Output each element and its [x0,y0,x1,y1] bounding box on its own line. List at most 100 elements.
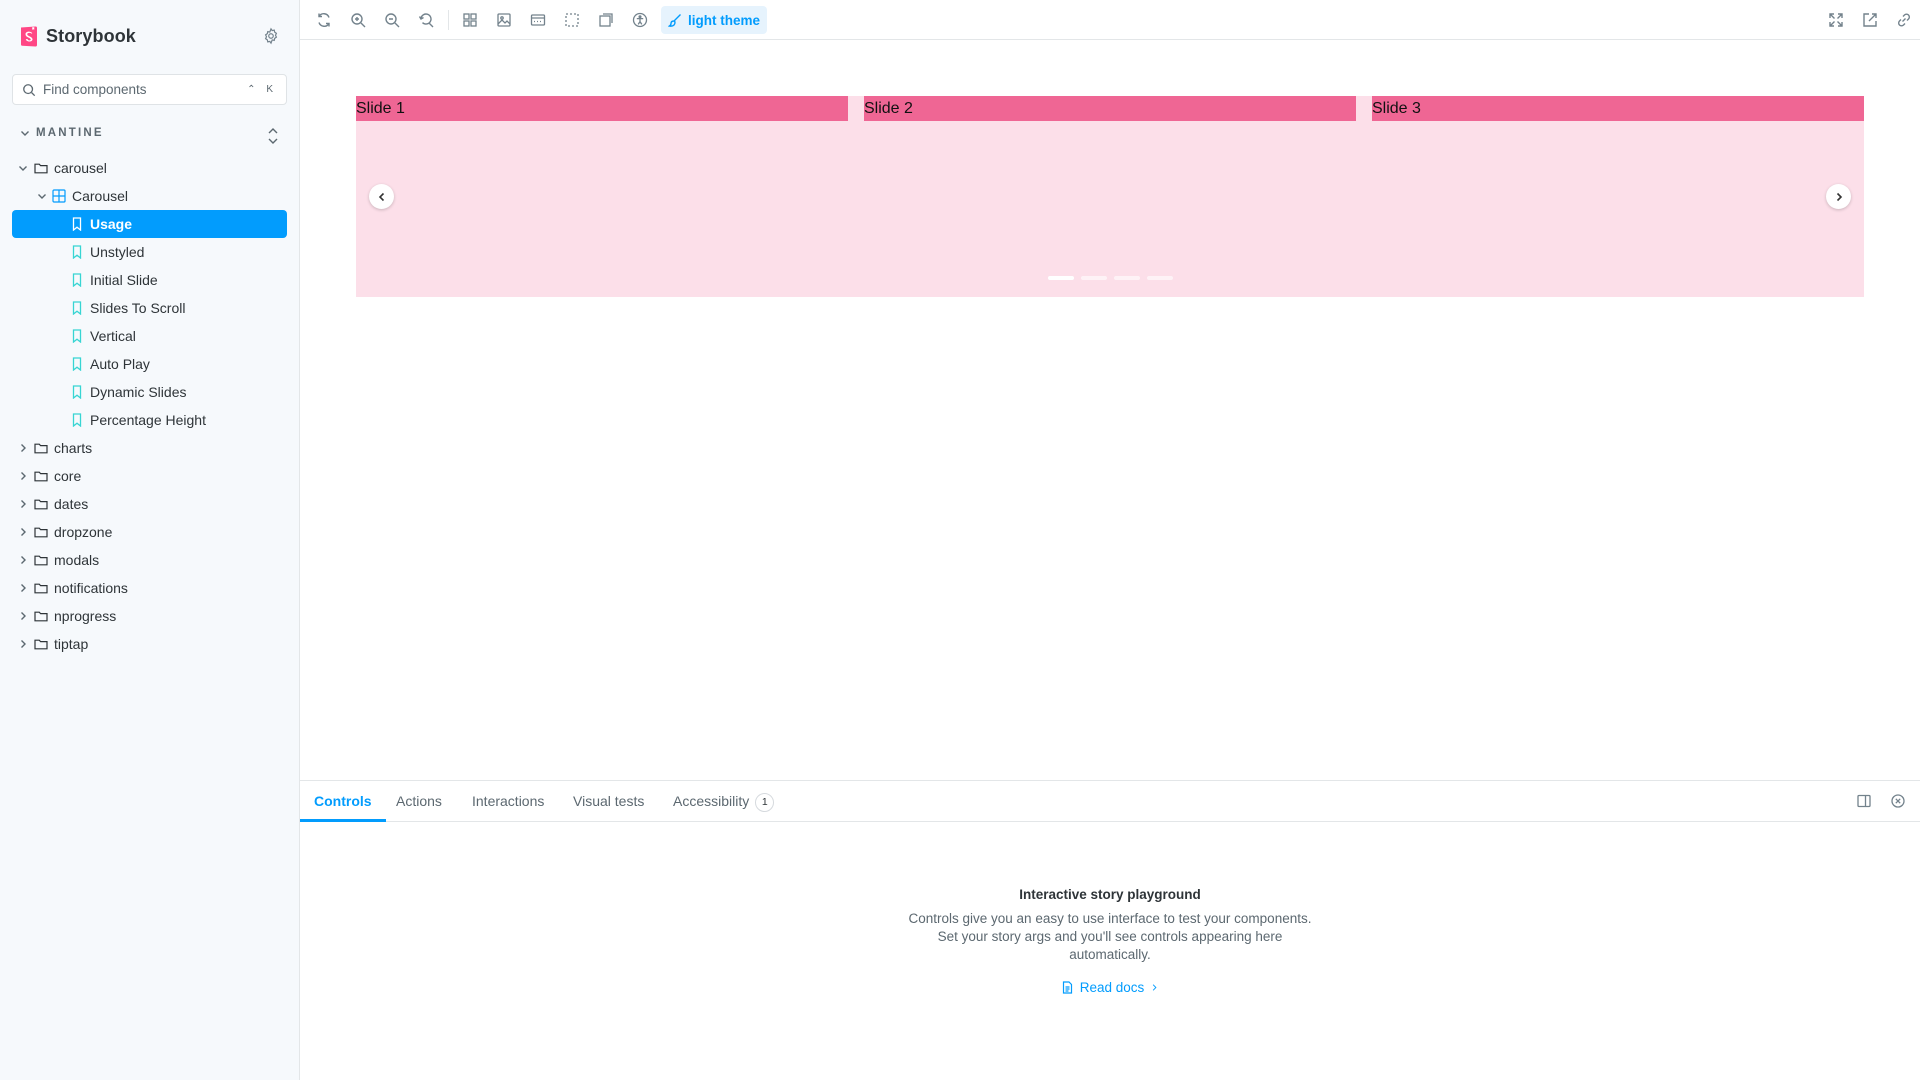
sidebar-item-label: Usage [90,216,133,232]
zoom-in-icon[interactable] [349,11,367,29]
sidebar-item-label: charts [54,440,93,456]
chevron-right-icon [21,528,26,536]
fullscreen-icon[interactable] [1827,11,1845,29]
carousel-next-button[interactable] [1826,184,1851,209]
sidebar-item-label: dates [54,496,89,512]
sidebar-item-story-slides-to-scroll[interactable]: Slides To Scroll [12,294,287,322]
zoom-reset-icon[interactable] [417,11,435,29]
story-preview: Slide 1 Slide 2 Slide 3 [300,41,1920,781]
chevron-right-icon [21,500,26,508]
search-input[interactable] [43,82,243,97]
sidebar-item-nprogress[interactable]: nprogress [12,602,287,630]
tab-accessibility[interactable]: Accessibility 1 [673,781,775,822]
sidebar-item-modals[interactable]: modals [12,546,287,574]
folder-icon [34,555,48,566]
folder-icon [34,471,48,482]
theme-switch-button[interactable]: light theme [661,6,768,34]
chevron-right-icon [21,612,26,620]
sidebar-item-label: Unstyled [90,244,145,260]
carousel-indicator[interactable] [1114,276,1140,280]
slide-1-title: Slide 1 [356,96,848,121]
tab-accessibility-label: Accessibility [673,793,750,809]
sidebar-item-notifications[interactable]: notifications [12,574,287,602]
sidebar-item-dates[interactable]: dates [12,490,287,518]
tab-controls[interactable]: Controls [300,781,386,822]
chevron-right-icon [21,556,26,564]
chevron-right-icon [21,584,26,592]
search-icon [23,83,36,96]
tab-interactions[interactable]: Interactions [472,781,544,822]
close-panel-icon[interactable] [1890,793,1906,809]
sidebar-item-label: Initial Slide [90,272,158,288]
addons-tabs: Controls Actions Interactions Visual tes… [300,781,1920,822]
toolbar: light theme [300,0,1920,40]
measure-outline-icon[interactable] [563,11,581,29]
bookmark-icon [72,245,82,259]
folder-icon [34,611,48,622]
sidebar-item-label: modals [54,552,100,568]
read-docs-link[interactable]: Read docs [1061,980,1160,995]
carousel-indicator[interactable] [1081,276,1107,280]
carousel-indicator[interactable] [1147,276,1173,280]
bookmark-icon [72,385,82,399]
carousel-indicator[interactable] [1048,276,1074,280]
document-icon [1062,981,1072,994]
tab-visual-tests[interactable]: Visual tests [573,781,644,822]
outline-icon[interactable] [597,11,615,29]
grid-icon[interactable] [461,11,479,29]
empty-state-title: Interactive story playground [1019,887,1201,902]
carousel-previous-button[interactable] [369,184,394,209]
folder-icon [34,443,48,454]
panel-orientation-icon[interactable] [1856,793,1872,809]
sidebar-item-story-percentage-height[interactable]: Percentage Height [12,406,287,434]
bookmark-icon [72,273,82,287]
group-title: MANTINE [36,127,104,139]
accessibility-count-badge: 1 [755,793,775,812]
empty-state-description: Controls give you an easy to use interfa… [908,911,1312,962]
sidebar-item-dropzone[interactable]: dropzone [12,518,287,546]
bookmark-icon [72,329,82,343]
storybook-logo-icon [21,26,37,47]
bookmark-icon [72,301,82,315]
sidebar-item-story-dynamic-slides[interactable]: Dynamic Slides [12,378,287,406]
bookmark-icon [72,357,82,371]
sidebar-item-tiptap[interactable]: tiptap [12,630,287,658]
sidebar-item-story-initial-slide[interactable]: Initial Slide [12,266,287,294]
sidebar-item-story-vertical[interactable]: Vertical [12,322,287,350]
settings-gear-icon[interactable] [262,27,280,45]
reload-story-icon[interactable] [315,11,333,29]
sidebar-item-label: nprogress [54,608,117,624]
sidebar-item-core[interactable]: core [12,462,287,490]
group-header-mantine[interactable]: MANTINE [20,127,104,139]
sidebar-item-label: notifications [54,580,128,596]
open-in-new-tab-icon[interactable] [1861,11,1879,29]
bookmark-icon [72,413,82,427]
folder-icon [34,163,48,174]
folder-icon [34,583,48,594]
search-box[interactable]: ⌃ K [12,74,287,105]
bookmark-icon [72,217,82,231]
sidebar-item-charts[interactable]: charts [12,434,287,462]
copy-link-icon[interactable] [1895,11,1913,29]
expand-collapse-all-icon[interactable] [266,127,280,145]
sidebar-item-story-auto-play[interactable]: Auto Play [12,350,287,378]
sidebar-item-label: tiptap [54,636,89,652]
sidebar-item-label: core [54,468,82,484]
tab-actions[interactable]: Actions [396,781,442,822]
brand-name: Storybook [46,26,136,46]
viewport-icon[interactable] [529,11,547,29]
sidebar-item-carousel-component[interactable]: Carousel [12,182,287,210]
sidebar-item-label: Carousel [72,188,129,204]
background-image-icon[interactable] [495,11,513,29]
accessibility-icon[interactable] [631,11,649,29]
sidebar-item-story-usage[interactable]: Usage [12,210,287,238]
sidebar-item-story-unstyled[interactable]: Unstyled [12,238,287,266]
sidebar-tree: carousel Carousel Usage Unstyled Initial… [12,154,287,658]
brand[interactable]: Storybook [20,26,136,47]
sidebar-item-carousel-folder[interactable]: carousel [12,154,287,182]
slide-2-title: Slide 2 [864,96,1356,121]
sidebar-item-label: Dynamic Slides [90,384,187,400]
sidebar-item-label: Auto Play [90,356,150,372]
chevron-right-icon [21,640,26,648]
zoom-out-icon[interactable] [383,11,401,29]
